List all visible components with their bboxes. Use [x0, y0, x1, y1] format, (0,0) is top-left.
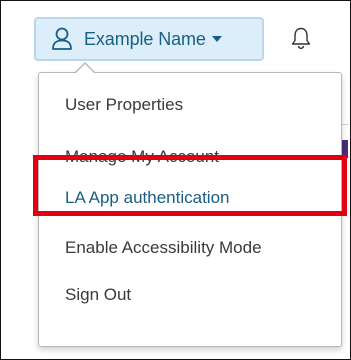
menu-item-la-app-authentication[interactable]: LA App authentication: [39, 178, 341, 218]
menu-item-manage-my-account[interactable]: Manage My Account: [39, 137, 341, 177]
background-divider: [342, 124, 348, 125]
menu-item-user-properties[interactable]: User Properties: [39, 85, 341, 125]
menu-pointer-arrow-fill: [75, 64, 95, 74]
notifications-button[interactable]: [279, 20, 323, 60]
bell-icon: [290, 26, 312, 55]
user-dropdown-menu: User Properties Manage My Account LA App…: [38, 72, 342, 347]
menu-item-sign-out[interactable]: Sign Out: [39, 275, 341, 315]
user-name-label: Example Name: [84, 28, 206, 49]
background-nav-sliver: [342, 140, 348, 158]
caret-down-icon: [211, 36, 222, 42]
user-menu-button[interactable]: Example Name: [34, 17, 264, 61]
menu-item-enable-accessibility-mode[interactable]: Enable Accessibility Mode: [39, 228, 341, 268]
user-icon: [50, 26, 74, 52]
